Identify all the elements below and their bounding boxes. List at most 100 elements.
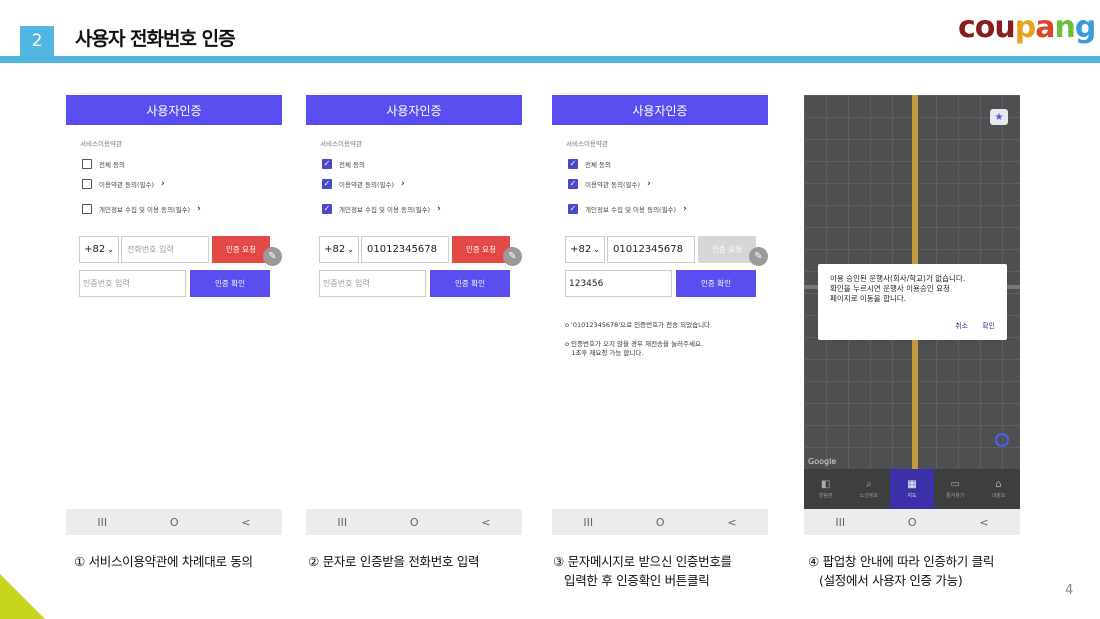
back-button[interactable]: <: [979, 516, 988, 529]
country-code-value: +82: [324, 244, 346, 255]
agreement-checkbox[interactable]: ✓: [322, 159, 332, 169]
request-code-button[interactable]: 인증 요청: [698, 236, 756, 263]
tab-icon: ◧: [820, 479, 831, 490]
agreement-checkbox[interactable]: [82, 179, 92, 189]
confirm-code-button[interactable]: 인증 확인: [190, 270, 270, 297]
map-view[interactable]: ★ Google 이용 승인된 운행사(회사/학교)가 없습니다. 확인을 누르…: [804, 95, 1020, 509]
edit-pen-icon[interactable]: ✎: [749, 247, 768, 266]
agreement-row[interactable]: 이용약관 동의(필수) ›: [82, 179, 165, 189]
country-code-select[interactable]: +82 ⌄: [565, 236, 605, 263]
request-code-button[interactable]: 인증 요청: [212, 236, 270, 263]
tab-icon: ⌕: [866, 479, 872, 490]
logo-letter: o: [974, 10, 996, 45]
verification-code-input[interactable]: 인증번호 입력: [79, 270, 186, 297]
agreement-label: 개인정보 수집 및 이용 동의(필수): [585, 206, 677, 214]
tab-label: 지도: [907, 493, 917, 499]
chevron-right-icon[interactable]: ›: [401, 179, 405, 189]
logo-letter: c: [958, 10, 976, 45]
screen-header: 사용자인증: [552, 95, 768, 125]
map-tab[interactable]: ⌂ 내정보: [977, 469, 1020, 509]
phone-screen-2: 사용자인증서비스이용약관 ✓ 전체 동의 ✓ 이용약관 동의(필수) › ✓ 개인정보 수집 …: [306, 95, 522, 535]
android-nav-bar: III O <: [552, 509, 768, 535]
recent-apps-button[interactable]: III: [97, 516, 107, 529]
agreement-checkbox[interactable]: [82, 159, 92, 169]
phone-number-input[interactable]: 01012345678: [361, 236, 449, 263]
screen-header: 사용자인증: [306, 95, 522, 125]
google-attribution: Google: [808, 457, 837, 466]
home-button[interactable]: O: [908, 516, 917, 529]
back-button[interactable]: <: [241, 516, 250, 529]
chevron-down-icon: ⌄: [593, 245, 600, 254]
agreement-row[interactable]: 전체 동의: [82, 159, 125, 169]
agreement-checkbox[interactable]: ✓: [568, 159, 578, 169]
android-nav-bar: III O <: [306, 509, 522, 535]
map-tab[interactable]: ⌕ 노선정보: [847, 469, 890, 509]
edit-pen-icon[interactable]: ✎: [503, 247, 522, 266]
terms-section-title: 서비스이용약관: [566, 140, 608, 148]
agreement-checkbox[interactable]: ✓: [568, 179, 578, 189]
logo-letter: n: [1054, 10, 1076, 45]
tab-label: 내정보: [991, 493, 1006, 499]
tab-label: 즐겨찾기: [946, 493, 965, 499]
agreement-row[interactable]: 개인정보 수집 및 이용 동의(필수) ›: [82, 204, 201, 214]
verification-code-input[interactable]: 123456: [565, 270, 672, 297]
home-button[interactable]: O: [656, 516, 665, 529]
dialog-line: 확인을 누르시면 운행사 이용승인 요청: [830, 284, 950, 293]
country-code-select[interactable]: +82 ⌄: [79, 236, 119, 263]
recent-apps-button[interactable]: III: [835, 516, 845, 529]
back-button[interactable]: <: [481, 516, 490, 529]
verification-code-input[interactable]: 인증번호 입력: [319, 270, 426, 297]
request-code-button[interactable]: 인증 요청: [452, 236, 510, 263]
recent-apps-button[interactable]: III: [337, 516, 347, 529]
chevron-right-icon[interactable]: ›: [437, 204, 441, 214]
agreement-checkbox[interactable]: [82, 204, 92, 214]
confirm-code-button[interactable]: 인증 확인: [430, 270, 510, 297]
logo-letter: p: [1014, 10, 1037, 45]
chevron-right-icon[interactable]: ›: [647, 179, 651, 189]
recent-apps-button[interactable]: III: [583, 516, 593, 529]
agreement-row[interactable]: ✓ 개인정보 수집 및 이용 동의(필수) ›: [568, 204, 687, 214]
agreement-row[interactable]: ✓ 개인정보 수집 및 이용 동의(필수) ›: [322, 204, 441, 214]
dialog-line: 페이지로 이동을 합니다.: [830, 294, 907, 303]
chevron-right-icon[interactable]: ›: [683, 204, 687, 214]
home-button[interactable]: O: [170, 516, 179, 529]
step-number-badge: 2: [20, 26, 54, 56]
phone-number-input[interactable]: 01012345678: [607, 236, 695, 263]
chevron-right-icon[interactable]: ›: [197, 204, 201, 214]
agreement-row[interactable]: ✓ 이용약관 동의(필수) ›: [568, 179, 651, 189]
agreement-label: 이용약관 동의(필수): [585, 181, 640, 189]
agreement-row[interactable]: ✓ 전체 동의: [322, 159, 365, 169]
edit-pen-icon[interactable]: ✎: [263, 247, 282, 266]
agreement-label: 전체 동의: [99, 161, 125, 169]
page-number: 4: [1065, 583, 1074, 598]
map-tab[interactable]: ◧ 알림판: [804, 469, 847, 509]
country-code-value: +82: [84, 244, 106, 255]
android-nav-bar: III O <: [804, 509, 1020, 535]
map-tab[interactable]: ▦ 지도: [890, 469, 934, 509]
back-button[interactable]: <: [727, 516, 736, 529]
phone-number-input[interactable]: 전화번호 입력: [121, 236, 209, 263]
info-note: o 인증번호가 오지 않을 경우 재전송을 눌러주세요. 1초후 재요청 가능 …: [565, 340, 704, 357]
country-code-select[interactable]: +82 ⌄: [319, 236, 359, 263]
screen-header: 사용자인증: [66, 95, 282, 125]
route-badge-icon[interactable]: ★: [990, 109, 1008, 125]
terms-section-title: 서비스이용약관: [320, 140, 362, 148]
terms-section-title: 서비스이용약관: [80, 140, 122, 148]
agreement-checkbox[interactable]: ✓: [322, 179, 332, 189]
agreement-checkbox[interactable]: ✓: [568, 204, 578, 214]
map-tab[interactable]: ▭ 즐겨찾기: [934, 469, 977, 509]
dialog-ok-button[interactable]: 확인: [982, 321, 995, 331]
tab-label: 알림판: [818, 493, 833, 499]
home-button[interactable]: O: [410, 516, 419, 529]
agreement-checkbox[interactable]: ✓: [322, 204, 332, 214]
tab-label: 노선정보: [859, 493, 878, 499]
header-divider: [0, 56, 1100, 63]
agreement-row[interactable]: ✓ 이용약관 동의(필수) ›: [322, 179, 405, 189]
confirm-code-button[interactable]: 인증 확인: [676, 270, 756, 297]
phone-screen-3: 사용자인증 서비스이용약관 ✓ 전체 동의 ✓ 이용약관 동의(필수) › ✓ 개인정보 수집 …: [552, 95, 768, 535]
chevron-right-icon[interactable]: ›: [161, 179, 165, 189]
agreement-row[interactable]: ✓ 전체 동의: [568, 159, 611, 169]
dialog-cancel-button[interactable]: 취소: [955, 321, 968, 331]
approval-dialog: 이용 승인된 운행사(회사/학교)가 없습니다. 확인을 누르시면 운행사 이용…: [818, 264, 1007, 340]
my-location-icon[interactable]: [995, 433, 1009, 447]
